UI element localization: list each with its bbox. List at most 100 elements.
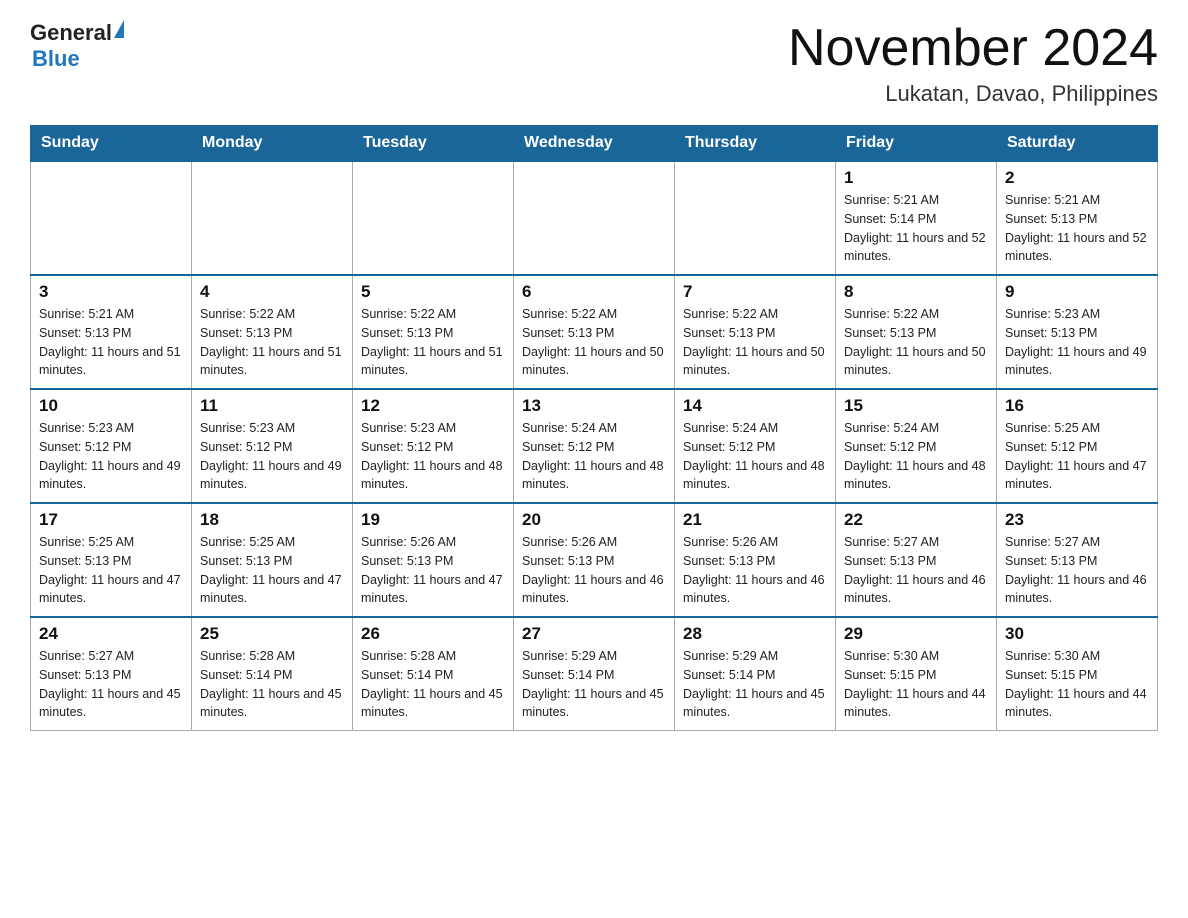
day-number: 15 — [844, 396, 988, 416]
calendar-cell — [675, 161, 836, 275]
calendar-cell: 16Sunrise: 5:25 AM Sunset: 5:12 PM Dayli… — [997, 389, 1158, 503]
weekday-header-monday: Monday — [192, 126, 353, 162]
week-row-3: 10 Sunrise: 5:23 AM Sunset: 5:12 PM Dayli… — [31, 389, 1158, 503]
day-number: 2 — [1005, 168, 1149, 188]
week-row-1: 1 Sunrise: 5:21 AM Sunset: 5:14 PM Daylig… — [31, 161, 1158, 275]
calendar-cell: 11 Sunrise: 5:23 AM Sunset: 5:12 PM Dayli… — [192, 389, 353, 503]
day-info: Sunrise: 5:23 AM Sunset: 5:12 PM Dayligh… — [200, 419, 344, 494]
day-info: Sunrise: 5:22 AM Sunset: 5:13 PM Dayligh… — [683, 305, 827, 380]
logo: General Blue — [30, 20, 124, 72]
day-info: Sunrise: 5:29 AM Sunset: 5:14 PM Dayligh… — [683, 647, 827, 722]
day-info: Sunrise: 5:24 AM Sunset: 5:12 PM Dayligh… — [844, 419, 988, 494]
day-info: Sunrise: 5:22 AM Sunset: 5:13 PM Dayligh… — [361, 305, 505, 380]
day-number: 28 — [683, 624, 827, 644]
day-info: Sunrise: 5:28 AM Sunset: 5:14 PM Dayligh… — [361, 647, 505, 722]
day-number: 24 — [39, 624, 183, 644]
day-info: Sunrise: 5:29 AM Sunset: 5:14 PM Dayligh… — [522, 647, 666, 722]
day-number: 16 — [1005, 396, 1149, 416]
logo-blue-text: Blue — [32, 46, 80, 71]
weekday-header-saturday: Saturday — [997, 126, 1158, 162]
day-number: 11 — [200, 396, 344, 416]
calendar-cell: 21Sunrise: 5:26 AM Sunset: 5:13 PM Dayli… — [675, 503, 836, 617]
day-number: 4 — [200, 282, 344, 302]
day-number: 10 — [39, 396, 183, 416]
weekday-header-friday: Friday — [836, 126, 997, 162]
day-number: 22 — [844, 510, 988, 530]
calendar-cell: 20 Sunrise: 5:26 AM Sunset: 5:13 PM Dayli… — [514, 503, 675, 617]
location-title: Lukatan, Davao, Philippines — [788, 81, 1158, 107]
calendar-cell: 12 Sunrise: 5:23 AM Sunset: 5:12 PM Dayli… — [353, 389, 514, 503]
calendar-cell: 30 Sunrise: 5:30 AM Sunset: 5:15 PM Dayli… — [997, 617, 1158, 731]
week-row-2: 3 Sunrise: 5:21 AM Sunset: 5:13 PM Daylig… — [31, 275, 1158, 389]
calendar-table: SundayMondayTuesdayWednesdayThursdayFrid… — [30, 125, 1158, 731]
calendar-cell: 17 Sunrise: 5:25 AM Sunset: 5:13 PM Dayli… — [31, 503, 192, 617]
day-info: Sunrise: 5:23 AM Sunset: 5:12 PM Dayligh… — [39, 419, 183, 494]
calendar-cell: 15 Sunrise: 5:24 AM Sunset: 5:12 PM Dayli… — [836, 389, 997, 503]
calendar-cell: 28 Sunrise: 5:29 AM Sunset: 5:14 PM Dayli… — [675, 617, 836, 731]
day-number: 17 — [39, 510, 183, 530]
calendar-cell: 19 Sunrise: 5:26 AM Sunset: 5:13 PM Dayli… — [353, 503, 514, 617]
day-number: 3 — [39, 282, 183, 302]
day-number: 26 — [361, 624, 505, 644]
calendar-cell — [514, 161, 675, 275]
day-info: Sunrise: 5:28 AM Sunset: 5:14 PM Dayligh… — [200, 647, 344, 722]
day-info: Sunrise: 5:27 AM Sunset: 5:13 PM Dayligh… — [844, 533, 988, 608]
day-info: Sunrise: 5:21 AM Sunset: 5:13 PM Dayligh… — [39, 305, 183, 380]
calendar-cell: 8 Sunrise: 5:22 AM Sunset: 5:13 PM Daylig… — [836, 275, 997, 389]
calendar-cell — [192, 161, 353, 275]
calendar-cell: 24 Sunrise: 5:27 AM Sunset: 5:13 PM Dayli… — [31, 617, 192, 731]
logo-general-text: General — [30, 20, 112, 46]
calendar-cell: 4 Sunrise: 5:22 AM Sunset: 5:13 PM Daylig… — [192, 275, 353, 389]
day-info: Sunrise: 5:22 AM Sunset: 5:13 PM Dayligh… — [522, 305, 666, 380]
day-info: Sunrise: 5:27 AM Sunset: 5:13 PM Dayligh… — [1005, 533, 1149, 608]
day-info: Sunrise: 5:27 AM Sunset: 5:13 PM Dayligh… — [39, 647, 183, 722]
day-number: 12 — [361, 396, 505, 416]
day-number: 30 — [1005, 624, 1149, 644]
calendar-cell: 22 Sunrise: 5:27 AM Sunset: 5:13 PM Dayli… — [836, 503, 997, 617]
day-number: 7 — [683, 282, 827, 302]
day-number: 1 — [844, 168, 988, 188]
week-row-4: 17 Sunrise: 5:25 AM Sunset: 5:13 PM Dayli… — [31, 503, 1158, 617]
page-header: General Blue November 2024 Lukatan, Dava… — [30, 20, 1158, 107]
day-number: 14 — [683, 396, 827, 416]
calendar-cell: 23 Sunrise: 5:27 AM Sunset: 5:13 PM Dayli… — [997, 503, 1158, 617]
day-number: 23 — [1005, 510, 1149, 530]
logo-triangle-icon — [114, 20, 124, 38]
calendar-cell — [353, 161, 514, 275]
day-number: 27 — [522, 624, 666, 644]
day-info: Sunrise: 5:22 AM Sunset: 5:13 PM Dayligh… — [200, 305, 344, 380]
calendar-cell: 29Sunrise: 5:30 AM Sunset: 5:15 PM Dayli… — [836, 617, 997, 731]
weekday-header-sunday: Sunday — [31, 126, 192, 162]
day-info: Sunrise: 5:21 AM Sunset: 5:14 PM Dayligh… — [844, 191, 988, 266]
day-number: 25 — [200, 624, 344, 644]
day-info: Sunrise: 5:24 AM Sunset: 5:12 PM Dayligh… — [683, 419, 827, 494]
calendar-cell: 7 Sunrise: 5:22 AM Sunset: 5:13 PM Daylig… — [675, 275, 836, 389]
calendar-cell: 26 Sunrise: 5:28 AM Sunset: 5:14 PM Dayli… — [353, 617, 514, 731]
day-number: 5 — [361, 282, 505, 302]
week-row-5: 24 Sunrise: 5:27 AM Sunset: 5:13 PM Dayli… — [31, 617, 1158, 731]
day-info: Sunrise: 5:26 AM Sunset: 5:13 PM Dayligh… — [522, 533, 666, 608]
day-number: 8 — [844, 282, 988, 302]
weekday-header-tuesday: Tuesday — [353, 126, 514, 162]
day-number: 19 — [361, 510, 505, 530]
day-info: Sunrise: 5:30 AM Sunset: 5:15 PM Dayligh… — [844, 647, 988, 722]
weekday-header-wednesday: Wednesday — [514, 126, 675, 162]
calendar-cell: 25 Sunrise: 5:28 AM Sunset: 5:14 PM Dayli… — [192, 617, 353, 731]
calendar-cell: 13Sunrise: 5:24 AM Sunset: 5:12 PM Dayli… — [514, 389, 675, 503]
day-info: Sunrise: 5:30 AM Sunset: 5:15 PM Dayligh… — [1005, 647, 1149, 722]
calendar-cell: 10 Sunrise: 5:23 AM Sunset: 5:12 PM Dayli… — [31, 389, 192, 503]
calendar-cell: 27 Sunrise: 5:29 AM Sunset: 5:14 PM Dayli… — [514, 617, 675, 731]
day-info: Sunrise: 5:25 AM Sunset: 5:13 PM Dayligh… — [39, 533, 183, 608]
calendar-cell: 1 Sunrise: 5:21 AM Sunset: 5:14 PM Daylig… — [836, 161, 997, 275]
day-info: Sunrise: 5:22 AM Sunset: 5:13 PM Dayligh… — [844, 305, 988, 380]
day-number: 20 — [522, 510, 666, 530]
day-number: 6 — [522, 282, 666, 302]
weekday-header-thursday: Thursday — [675, 126, 836, 162]
day-info: Sunrise: 5:23 AM Sunset: 5:13 PM Dayligh… — [1005, 305, 1149, 380]
calendar-cell: 3 Sunrise: 5:21 AM Sunset: 5:13 PM Daylig… — [31, 275, 192, 389]
calendar-cell: 9Sunrise: 5:23 AM Sunset: 5:13 PM Daylig… — [997, 275, 1158, 389]
day-info: Sunrise: 5:23 AM Sunset: 5:12 PM Dayligh… — [361, 419, 505, 494]
month-title: November 2024 — [788, 20, 1158, 77]
day-info: Sunrise: 5:26 AM Sunset: 5:13 PM Dayligh… — [361, 533, 505, 608]
calendar-cell: 6 Sunrise: 5:22 AM Sunset: 5:13 PM Daylig… — [514, 275, 675, 389]
